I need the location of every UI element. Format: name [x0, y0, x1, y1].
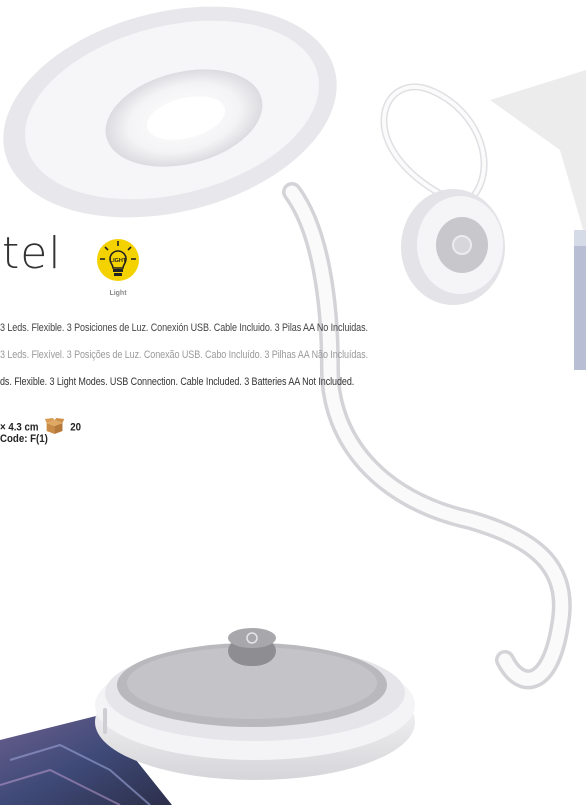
- product-title: tel: [2, 228, 62, 279]
- product-sheet: tel LIGHT Light 3 Leds. Flexible. 3 Posi…: [0, 0, 586, 805]
- background-shape: [490, 70, 586, 240]
- dimensions-value: × 4.3 cm: [0, 421, 39, 434]
- hanging-loop: [380, 83, 488, 204]
- description-es: 3 Leds. Flexible. 3 Posiciones de Luz. C…: [0, 322, 368, 334]
- hanging-lamp-power-icon: [452, 235, 472, 255]
- description-pt: 3 Leds. Flexível. 3 Posições de Luz. Con…: [0, 349, 369, 361]
- description-en: ds. Flexible. 3 Light Modes. USB Connect…: [0, 376, 355, 388]
- light-badge: LIGHT Light: [88, 238, 148, 297]
- badge-label: Light: [109, 290, 127, 297]
- lightbulb-icon-text: LIGHT: [110, 258, 127, 264]
- product-photo: [0, 6, 586, 805]
- side-box-image: [574, 230, 586, 370]
- box-quantity: 20: [70, 421, 82, 434]
- product-code: Code: F(1): [0, 433, 48, 445]
- lightbulb-icon: LIGHT: [97, 239, 139, 281]
